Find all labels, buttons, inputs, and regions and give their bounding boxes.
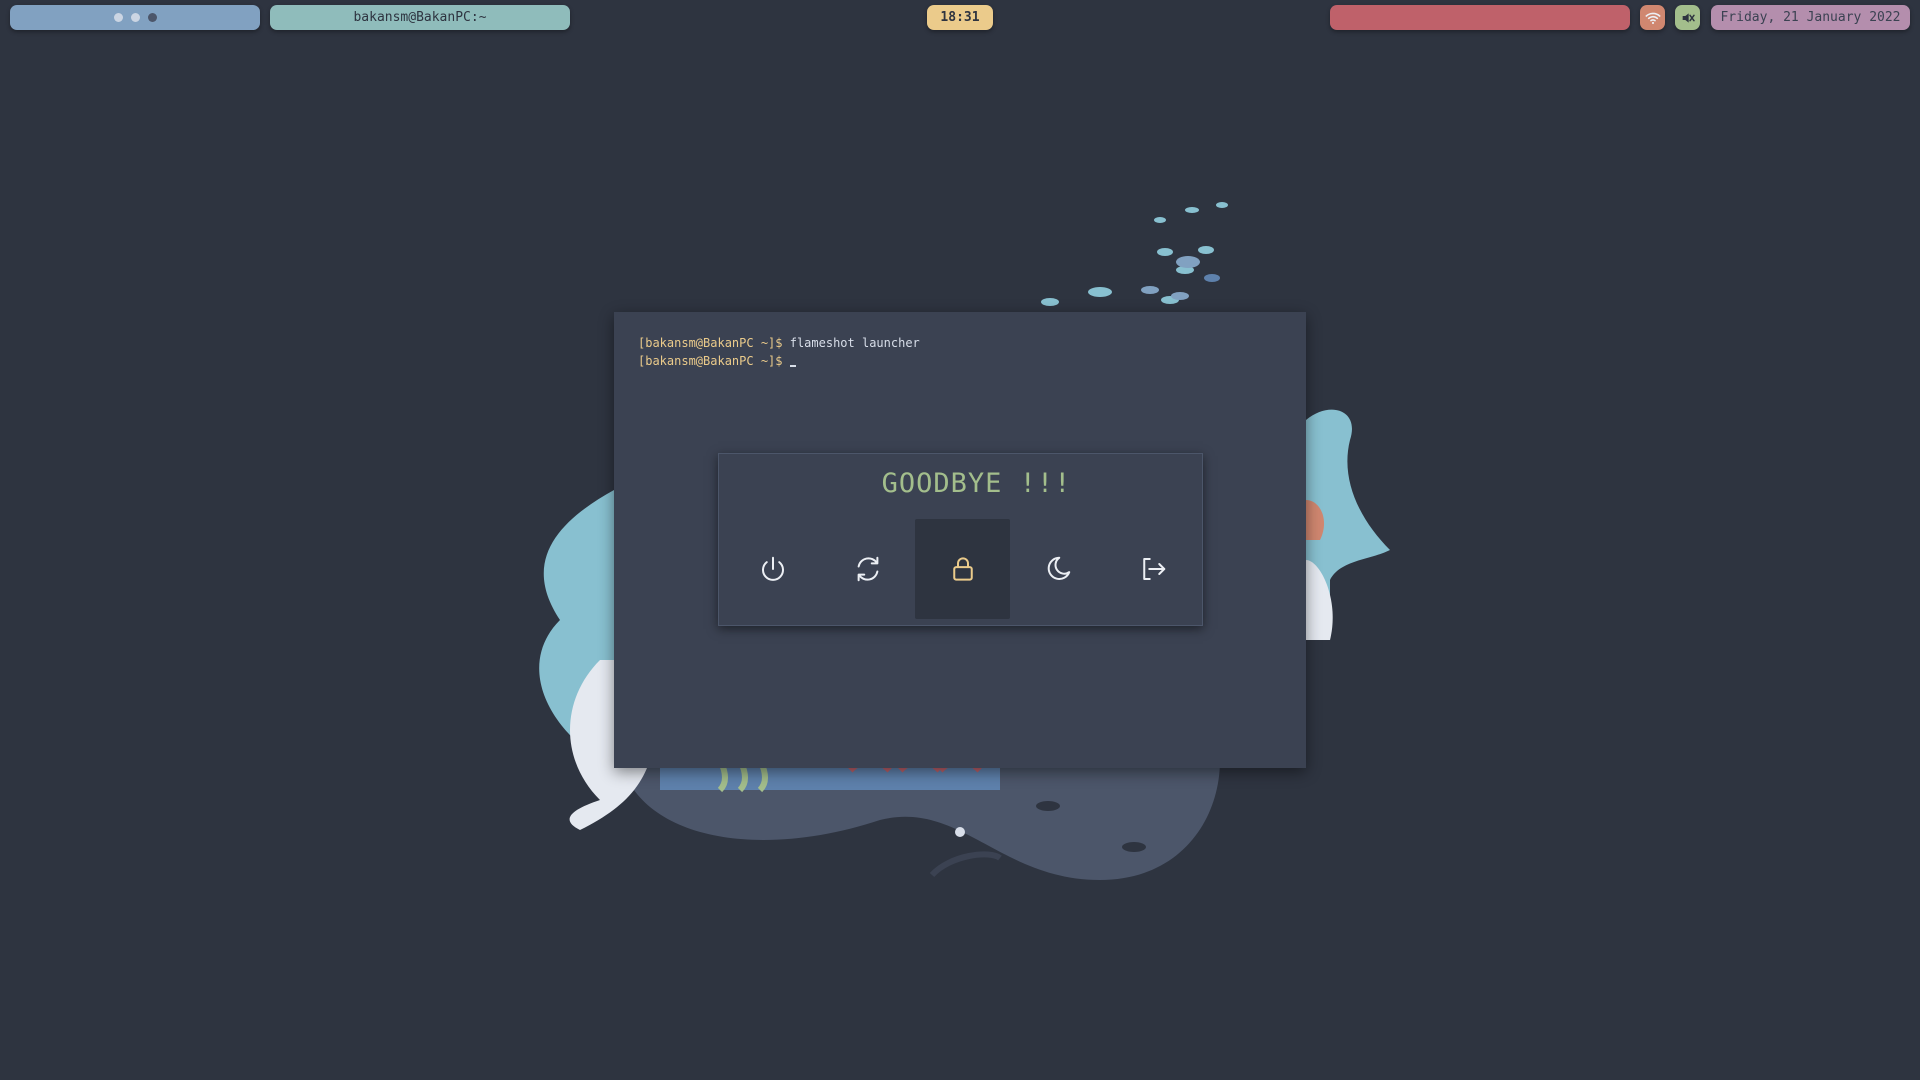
terminal-line-2: [bakansm@BakanPC ~]$ — [638, 353, 796, 368]
terminal-prompt: [bakansm@BakanPC ~]$ — [638, 354, 783, 368]
suspend-icon — [1047, 556, 1070, 580]
tray-bar — [1330, 5, 1630, 30]
clock[interactable]: 18:31 — [927, 5, 993, 30]
speaker-muted-icon — [1682, 12, 1695, 23]
terminal-command — [783, 354, 790, 368]
reboot-button[interactable] — [820, 519, 915, 619]
lock-button[interactable] — [915, 519, 1010, 619]
workspace-dot-2[interactable] — [130, 13, 140, 22]
volume-button[interactable] — [1675, 5, 1700, 30]
wifi-button[interactable] — [1640, 5, 1665, 30]
terminal-prompt: [bakansm@BakanPC ~]$ — [638, 336, 783, 350]
suspend-button[interactable] — [1010, 519, 1105, 619]
terminal-command: flameshot launcher — [782, 336, 920, 350]
shutdown-button[interactable] — [725, 519, 820, 619]
workspaces-pill — [10, 5, 260, 30]
workspace-dot-1[interactable] — [113, 13, 123, 22]
logout-icon — [1142, 558, 1165, 580]
power-menu-title: GOODBYE !!! — [881, 468, 1072, 499]
lock-icon — [952, 557, 973, 581]
logout-button[interactable] — [1105, 519, 1200, 619]
terminal-line-1: [bakansm@BakanPC ~]$ flameshot launcher — [638, 336, 920, 350]
window-title: bakansm@BakanPC:~ — [270, 5, 570, 30]
wifi-icon — [1645, 12, 1660, 24]
wallpaper-fish-school — [1041, 202, 1228, 306]
power-menu: GOODBYE !!! — [718, 453, 1203, 626]
terminal-cursor — [789, 353, 796, 367]
date[interactable]: Friday, 21 January 2022 — [1711, 5, 1910, 30]
reboot-icon — [857, 556, 878, 582]
workspace-dot-3[interactable] — [147, 13, 157, 22]
power-icon — [761, 556, 784, 581]
